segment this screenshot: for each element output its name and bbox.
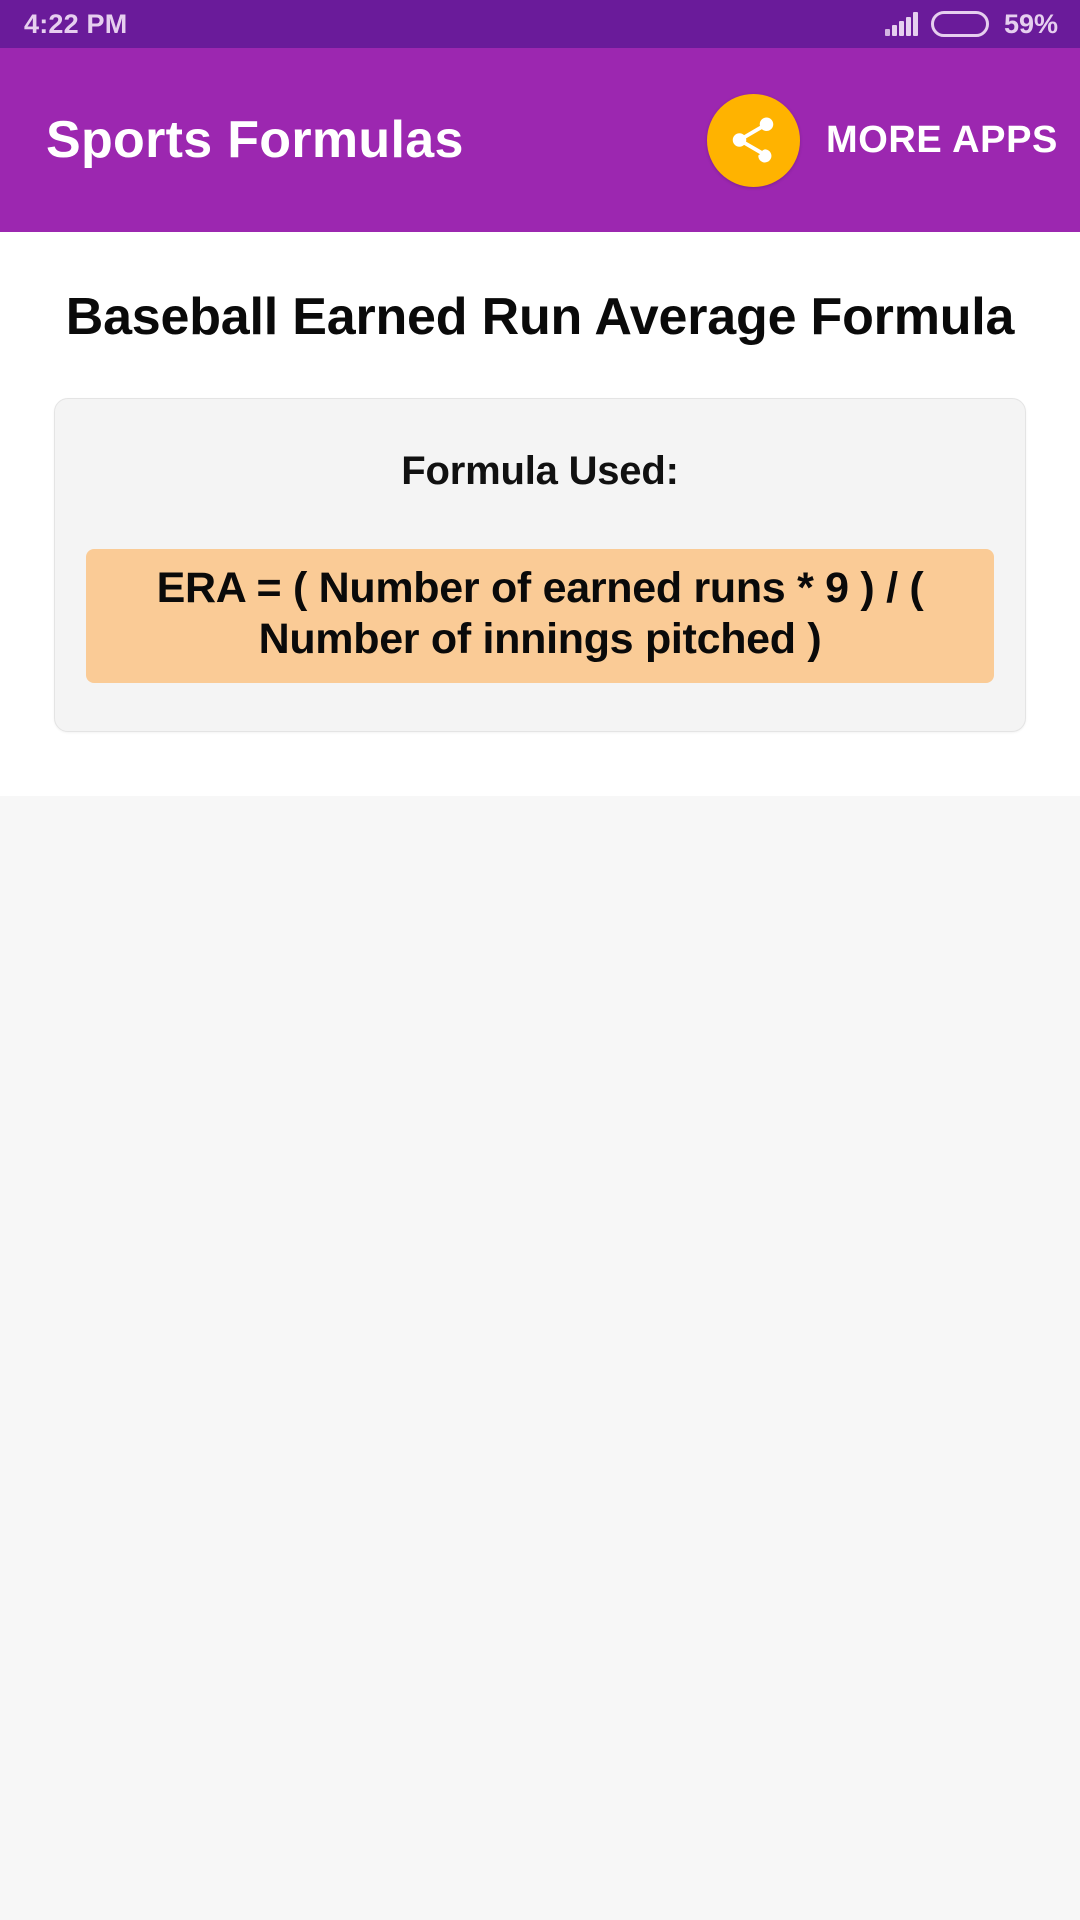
share-icon [733, 117, 774, 163]
share-button[interactable] [706, 93, 800, 187]
app-bar-actions: MORE APPS [706, 93, 1058, 187]
page-background-filler [0, 795, 1080, 1869]
battery-icon [930, 11, 989, 37]
main-content: Baseball Earned Run Average Formula Form… [0, 232, 1080, 796]
status-bar: 4:22 PM 59% [0, 0, 1080, 48]
app-bar: Sports Formulas MORE APPS [0, 48, 1080, 232]
page-title: Baseball Earned Run Average Formula [65, 288, 1015, 346]
app-title: Sports Formulas [46, 111, 464, 169]
more-apps-button[interactable]: MORE APPS [826, 119, 1058, 162]
status-bar-clock: 4:22 PM [24, 8, 128, 39]
formula-used-label: Formula Used: [401, 449, 679, 494]
formula-card: Formula Used: ERA = ( Number of earned r… [54, 398, 1026, 732]
status-bar-indicators: 59% [885, 8, 1058, 39]
signal-bars-icon [885, 12, 918, 36]
formula-expression: ERA = ( Number of earned runs * 9 ) / ( … [86, 549, 994, 683]
battery-percent-label: 59% [1003, 8, 1058, 39]
